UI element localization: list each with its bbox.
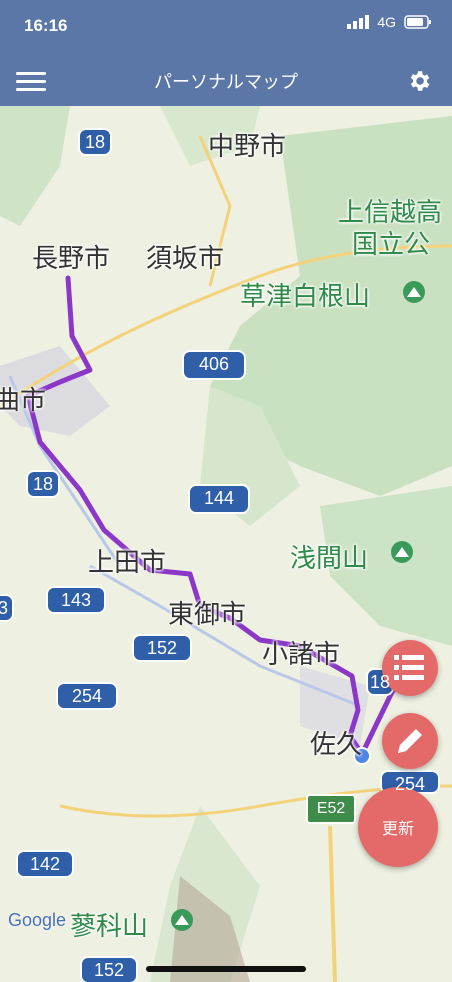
route-shield: 18 [366,668,394,696]
google-logo: Google [8,910,67,930]
place-tateshina: 蓼科山 [70,912,149,942]
route-shield: 18 [78,128,112,156]
status-time: 16:16 [24,16,68,35]
route-shield: 142 [16,850,74,878]
route-label: 144 [203,488,235,508]
route-shield: 254 [380,770,440,794]
mountain-icon [171,909,193,931]
route-shield: 144 [188,484,250,514]
route-label: 254 [394,774,426,794]
route-label: 18 [84,132,106,152]
gear-icon[interactable] [406,68,432,94]
route-label: 152 [93,960,125,980]
place-nakano: 中野市 [208,132,287,162]
route-shield: 143 [46,586,106,614]
place-ueda: 上田市 [88,548,167,578]
place-nagano: 長野市 [32,244,111,274]
place-kusatsu: 草津白根山 [240,282,371,312]
route-shield: 254 [56,682,118,710]
route-label: 3 [0,598,8,618]
place-asama: 浅間山 [290,544,369,574]
route-shield: 406 [182,350,246,380]
route-label: 254 [71,686,103,706]
route-label: 18 [369,672,391,692]
battery-icon [404,15,431,29]
status-right: 4G [347,14,432,30]
refresh-label: 更新 [381,819,414,838]
refresh-button[interactable]: 更新 [358,787,438,867]
route-shield: 18 [26,470,60,498]
route-shield: 3 [0,594,14,622]
route-shield: 152 [132,634,192,662]
route-label: 152 [146,638,178,658]
place-kokuritsu: 国立公 [352,230,431,260]
mountain-icon [391,541,413,563]
network-type: 4G [377,14,396,30]
mountain-icon [403,281,425,303]
place-chikuma: 曲市 [0,386,47,416]
signal-icon [347,15,370,29]
route-label: 406 [198,354,230,374]
page-title: パーソナルマップ [154,72,298,93]
place-tomi: 東御市 [168,600,247,630]
pencil-icon [398,729,422,753]
place-saku: 佐久 [310,730,363,760]
route-label: 142 [29,854,61,874]
expressway-shield: E52 [306,794,356,824]
status-bar: 16:16 4G [0,0,452,56]
place-komoro: 小諸市 [262,640,341,670]
edit-button[interactable] [382,713,438,769]
nav-bar: パーソナルマップ [0,56,452,106]
route-label: 18 [32,474,54,494]
route-shield: 152 [80,956,138,982]
route-label: 143 [60,590,92,610]
place-suzaka: 須坂市 [146,244,225,274]
home-indicator [146,966,306,972]
